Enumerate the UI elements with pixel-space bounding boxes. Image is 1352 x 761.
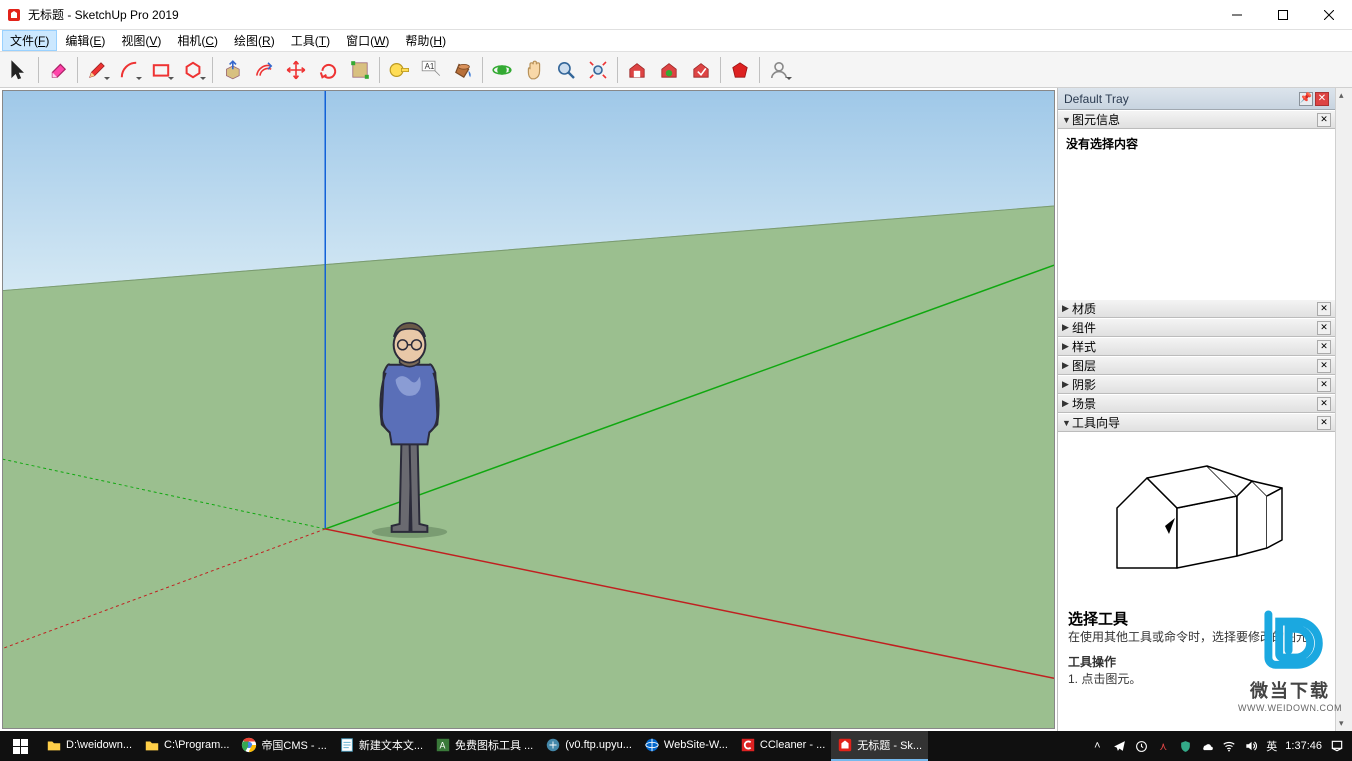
start-button[interactable]: [0, 731, 40, 761]
entity-info-body: 没有选择内容: [1058, 129, 1335, 299]
instructor-body: 选择工具在使用其他工具或命令时，选择要修改的图元。工具操作1. 点击图元。: [1058, 432, 1335, 731]
tray-telegram-icon[interactable]: [1112, 739, 1126, 753]
tray-scrollbar[interactable]: [1335, 88, 1352, 731]
ruby-tool[interactable]: [725, 55, 755, 85]
titlebar: 无标题 - SketchUp Pro 2019: [0, 0, 1352, 30]
panel-close-icon[interactable]: ✕: [1317, 359, 1331, 373]
panel-close-icon[interactable]: ✕: [1317, 416, 1331, 430]
taskbar-item[interactable]: A免费图标工具 ...: [429, 731, 539, 761]
menu-r[interactable]: 绘图(R): [226, 30, 283, 51]
menu-c[interactable]: 相机(C): [169, 30, 226, 51]
system-tray: ˄ ⋏ 英 1:37:46: [1082, 731, 1352, 761]
tray-people-icon[interactable]: ⋏: [1156, 739, 1170, 753]
toolbar: A1: [0, 52, 1352, 88]
taskbar-item[interactable]: D:\weidown...: [40, 731, 138, 761]
taskbar-item[interactable]: (v0.ftp.upyu...: [539, 731, 638, 761]
tray-network-icon[interactable]: [1222, 739, 1236, 753]
close-icon[interactable]: ✕: [1315, 92, 1329, 106]
rectangle-tool[interactable]: [146, 55, 176, 85]
scale-tool[interactable]: [345, 55, 375, 85]
panel-header-4[interactable]: ▶图层✕: [1058, 356, 1335, 375]
viewport-3d[interactable]: [2, 90, 1055, 729]
pin-icon[interactable]: 📌: [1299, 92, 1313, 106]
taskbar-item[interactable]: CCleaner - ...: [734, 731, 831, 761]
pan-tool[interactable]: [519, 55, 549, 85]
panel-close-icon[interactable]: ✕: [1317, 113, 1331, 127]
panel-close-icon[interactable]: ✕: [1317, 378, 1331, 392]
tray-header[interactable]: Default Tray 📌 ✕: [1058, 88, 1335, 110]
panel-header-1[interactable]: ▶材质✕: [1058, 299, 1335, 318]
minimize-button[interactable]: [1214, 0, 1260, 29]
tray-up-icon[interactable]: ˄: [1090, 739, 1104, 753]
panel-close-icon[interactable]: ✕: [1317, 340, 1331, 354]
close-button[interactable]: [1306, 0, 1352, 29]
panel-header-0[interactable]: ▼图元信息✕: [1058, 110, 1335, 129]
window-title: 无标题 - SketchUp Pro 2019: [28, 6, 1214, 23]
tray-sync-icon[interactable]: [1134, 739, 1148, 753]
pushpull-tool[interactable]: [217, 55, 247, 85]
instructor-subtitle: 工具操作: [1068, 654, 1325, 671]
zoom-extents-tool[interactable]: [583, 55, 613, 85]
taskbar-item[interactable]: 帝国CMS - ...: [235, 731, 332, 761]
tray-volume-icon[interactable]: [1244, 739, 1258, 753]
app-icon: [6, 7, 22, 23]
paint-tool[interactable]: [448, 55, 478, 85]
taskbar-item[interactable]: 无标题 - Sk...: [831, 731, 928, 761]
orbit-tool[interactable]: [487, 55, 517, 85]
instructor-illustration: [1097, 448, 1297, 588]
maximize-button[interactable]: [1260, 0, 1306, 29]
menu-h[interactable]: 帮助(H): [397, 30, 454, 51]
taskbar: D:\weidown...C:\Program...帝国CMS - ...新建文…: [0, 731, 1352, 761]
clock[interactable]: 1:37:46: [1285, 740, 1322, 752]
instructor-step: 1. 点击图元。: [1068, 671, 1325, 688]
panel-close-icon[interactable]: ✕: [1317, 321, 1331, 335]
menu-v[interactable]: 视图(V): [113, 30, 169, 51]
svg-text:A1: A1: [425, 62, 435, 71]
menu-e[interactable]: 编辑(E): [57, 30, 113, 51]
rotate-tool[interactable]: [313, 55, 343, 85]
ext-warehouse-tool[interactable]: [654, 55, 684, 85]
svg-text:A: A: [439, 741, 445, 751]
move-tool[interactable]: [281, 55, 311, 85]
warehouse-tool[interactable]: [622, 55, 652, 85]
tray-shield-icon[interactable]: [1178, 739, 1192, 753]
eraser-tool[interactable]: [43, 55, 73, 85]
taskbar-item[interactable]: 新建文本文...: [333, 731, 429, 761]
offset-tool[interactable]: [249, 55, 279, 85]
ime-indicator[interactable]: 英: [1266, 738, 1277, 754]
instructor-desc: 在使用其他工具或命令时，选择要修改的图元。: [1068, 629, 1325, 646]
taskbar-item[interactable]: C:\Program...: [138, 731, 235, 761]
panel-header-7[interactable]: ▼工具向导✕: [1058, 413, 1335, 432]
tape-tool[interactable]: [384, 55, 414, 85]
select-tool[interactable]: [4, 55, 34, 85]
notifications-icon[interactable]: [1330, 739, 1344, 753]
menubar: 文件(F)编辑(E)视图(V)相机(C)绘图(R)工具(T)窗口(W)帮助(H): [0, 30, 1352, 52]
menu-w[interactable]: 窗口(W): [338, 30, 397, 51]
default-tray: Default Tray 📌 ✕ ▼图元信息✕没有选择内容▶材质✕▶组件✕▶样式…: [1057, 88, 1335, 731]
panel-header-6[interactable]: ▶场景✕: [1058, 394, 1335, 413]
circle-tool[interactable]: [178, 55, 208, 85]
instructor-title: 选择工具: [1068, 608, 1325, 629]
line-tool[interactable]: [82, 55, 112, 85]
menu-t[interactable]: 工具(T): [283, 30, 338, 51]
panel-close-icon[interactable]: ✕: [1317, 302, 1331, 316]
panel-header-2[interactable]: ▶组件✕: [1058, 318, 1335, 337]
menu-f[interactable]: 文件(F): [2, 30, 57, 51]
taskbar-item[interactable]: WebSite-W...: [638, 731, 734, 761]
user-tool[interactable]: [764, 55, 794, 85]
text-tool[interactable]: A1: [416, 55, 446, 85]
zoom-tool[interactable]: [551, 55, 581, 85]
arc-tool[interactable]: [114, 55, 144, 85]
panel-header-5[interactable]: ▶阴影✕: [1058, 375, 1335, 394]
tray-title: Default Tray: [1064, 92, 1129, 106]
panel-header-3[interactable]: ▶样式✕: [1058, 337, 1335, 356]
ext-manager-tool[interactable]: [686, 55, 716, 85]
tray-onedrive-icon[interactable]: [1200, 739, 1214, 753]
panel-close-icon[interactable]: ✕: [1317, 397, 1331, 411]
